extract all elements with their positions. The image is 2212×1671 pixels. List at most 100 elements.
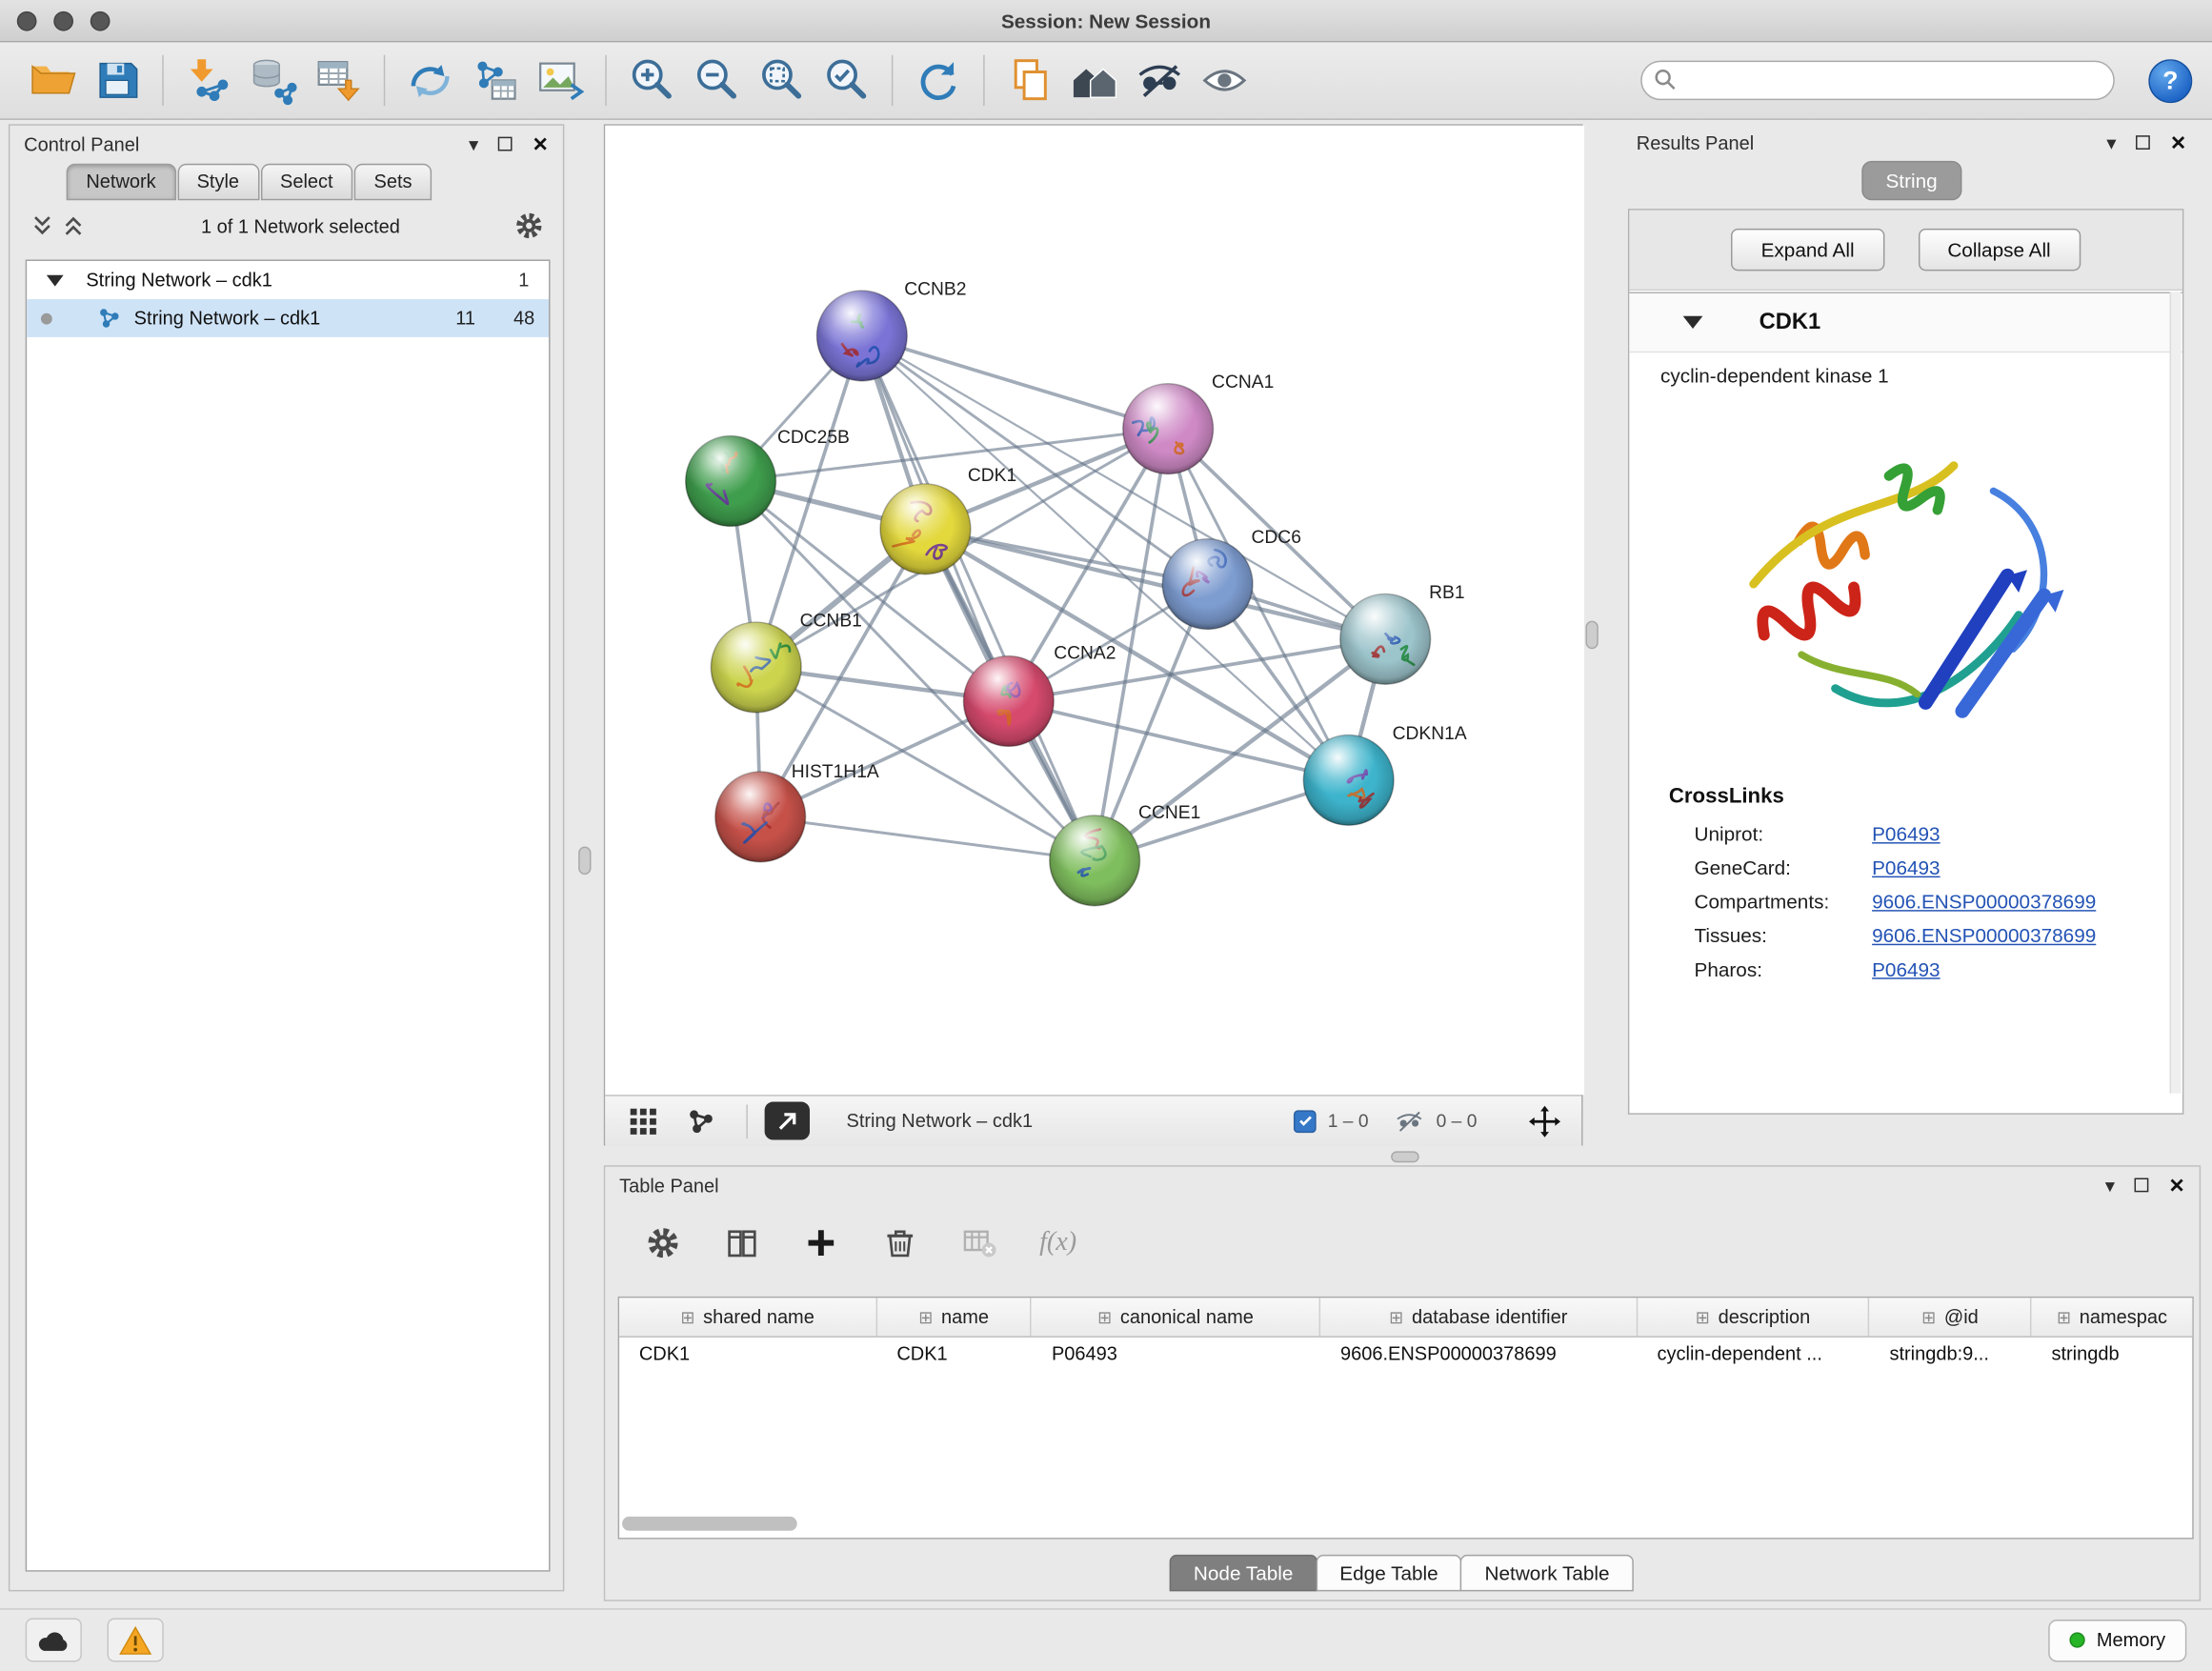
column-header-description[interactable]: description <box>1638 1298 1870 1336</box>
column-header-shared-name[interactable]: shared name <box>619 1298 877 1336</box>
panel-float-icon[interactable] <box>498 137 513 151</box>
table-options-button[interactable] <box>642 1221 684 1263</box>
help-button[interactable]: ? <box>2148 58 2192 102</box>
panel-menu-icon[interactable] <box>2106 131 2116 154</box>
column-header-name[interactable]: name <box>877 1298 1033 1336</box>
crosslink-genecard-link[interactable]: P06493 <box>1872 856 1940 879</box>
panel-float-icon[interactable] <box>2136 135 2150 150</box>
crosslink-pharos-link[interactable]: P06493 <box>1872 958 1940 981</box>
network-node-rb1[interactable] <box>1340 594 1431 684</box>
create-column-button[interactable] <box>800 1221 842 1263</box>
cloud-status-button[interactable] <box>26 1619 82 1662</box>
tab-style[interactable]: Style <box>177 164 259 201</box>
network-node-ccna2[interactable] <box>963 656 1054 747</box>
network-node-hist1h1a[interactable] <box>715 772 806 862</box>
import-table-button[interactable] <box>306 48 371 112</box>
panel-menu-icon[interactable] <box>469 131 478 155</box>
expand-all-button[interactable]: Expand All <box>1732 229 1884 271</box>
tab-node-table[interactable]: Node Table <box>1170 1555 1317 1592</box>
network-node-ccnb1[interactable] <box>711 622 801 713</box>
expand-all-networks-button[interactable] <box>58 211 90 240</box>
minimize-window-button[interactable] <box>53 11 73 31</box>
panel-menu-icon[interactable] <box>2105 1173 2115 1197</box>
panel-close-icon[interactable]: ✕ <box>2170 131 2186 154</box>
new-network-button[interactable] <box>398 48 463 112</box>
tab-network[interactable]: Network <box>67 164 176 201</box>
warnings-button[interactable] <box>108 1619 164 1662</box>
network-graph[interactable]: CCNB2CCNA1CDC25BCDK1CDC6RB1CCNB1CCNA2CDK… <box>605 126 1584 1095</box>
crosslink-compartments-link[interactable]: 9606.ENSP00000378699 <box>1872 890 2096 913</box>
column-header-canonical-name[interactable]: canonical name <box>1032 1298 1320 1336</box>
clone-network-button[interactable] <box>997 48 1062 112</box>
cell-canonical-name[interactable]: P06493 <box>1032 1338 1320 1375</box>
close-window-button[interactable] <box>17 11 37 31</box>
search-input[interactable] <box>1640 61 2115 100</box>
cell-name[interactable]: CDK1 <box>877 1338 1033 1375</box>
zoom-selected-button[interactable] <box>814 48 878 112</box>
tab-sets[interactable]: Sets <box>354 164 432 201</box>
collapse-caret-icon[interactable] <box>1683 316 1703 329</box>
selected-indicator-checkbox[interactable] <box>1294 1110 1317 1133</box>
network-edge[interactable] <box>862 335 1095 860</box>
crosslink-tissues-link[interactable]: 9606.ENSP00000378699 <box>1872 924 2096 947</box>
results-scrollbar[interactable] <box>2170 292 2182 1094</box>
network-collection-row[interactable]: String Network – cdk1 1 <box>27 261 549 299</box>
network-node-ccne1[interactable] <box>1050 815 1140 906</box>
hide-selected-button[interactable] <box>1127 48 1192 112</box>
collapse-all-networks-button[interactable] <box>27 211 58 240</box>
network-edge[interactable] <box>760 816 1095 860</box>
import-network-database-button[interactable] <box>241 48 306 112</box>
network-from-table-button[interactable] <box>463 48 528 112</box>
column-header-id[interactable]: @id <box>1870 1298 2032 1336</box>
network-node-cdc25b[interactable] <box>686 436 776 527</box>
network-node-cdc6[interactable] <box>1162 539 1253 630</box>
memory-button[interactable]: Memory <box>2049 1619 2187 1661</box>
bottom-splitter-handle[interactable] <box>1391 1151 1419 1162</box>
panel-close-icon[interactable]: ✕ <box>2168 1173 2184 1197</box>
network-node-ccna1[interactable] <box>1123 384 1214 474</box>
network-row-selected[interactable]: String Network – cdk1 11 48 <box>27 299 549 337</box>
cell-database-identifier[interactable]: 9606.ENSP00000378699 <box>1320 1338 1638 1375</box>
cell-shared-name[interactable]: CDK1 <box>619 1338 877 1375</box>
delete-column-button[interactable] <box>879 1221 921 1263</box>
show-all-button[interactable] <box>1192 48 1257 112</box>
protein-entry-header[interactable]: CDK1 <box>1629 293 2182 352</box>
zoom-in-button[interactable] <box>619 48 684 112</box>
network-edge[interactable] <box>1009 701 1349 780</box>
open-in-browser-button[interactable] <box>765 1102 810 1140</box>
grid-mode-button[interactable] <box>622 1099 664 1141</box>
tree-caret-icon[interactable] <box>47 274 64 286</box>
apply-layout-button[interactable] <box>906 48 971 112</box>
network-node-cdk1[interactable] <box>880 484 971 574</box>
home-networks-button[interactable] <box>1062 48 1127 112</box>
left-splitter-handle[interactable] <box>578 847 591 876</box>
tab-network-table[interactable]: Network Table <box>1460 1555 1633 1592</box>
network-canvas[interactable]: CCNB2CCNA1CDC25BCDK1CDC6RB1CCNB1CCNA2CDK… <box>605 126 1584 1095</box>
tab-edge-table[interactable]: Edge Table <box>1316 1555 1462 1592</box>
network-node-cdkn1a[interactable] <box>1303 735 1394 826</box>
pan-tool-button[interactable] <box>1525 1101 1564 1140</box>
zoom-window-button[interactable] <box>90 11 111 31</box>
tab-select[interactable]: Select <box>260 164 352 201</box>
scrollbar-thumb[interactable] <box>622 1517 797 1531</box>
panel-float-icon[interactable] <box>2135 1178 2149 1193</box>
tab-string[interactable]: String <box>1861 161 1961 200</box>
collapse-all-button[interactable]: Collapse All <box>1918 229 2081 271</box>
column-header-namespace[interactable]: namespac <box>2032 1298 2193 1336</box>
right-splitter-handle[interactable] <box>1585 621 1598 650</box>
cell-namespace[interactable]: stringdb <box>2032 1338 2193 1375</box>
import-network-file-button[interactable] <box>176 48 241 112</box>
table-horizontal-scrollbar[interactable] <box>622 1517 2189 1534</box>
save-session-button[interactable] <box>85 48 150 112</box>
network-mode-button[interactable] <box>681 1099 723 1141</box>
crosslink-uniprot-link[interactable]: P06493 <box>1872 822 1940 845</box>
cell-id[interactable]: stringdb:9... <box>1870 1338 2032 1375</box>
cell-description[interactable]: cyclin-dependent ... <box>1638 1338 1870 1375</box>
open-session-button[interactable] <box>20 48 85 112</box>
show-columns-button[interactable] <box>721 1221 763 1263</box>
panel-close-icon[interactable]: ✕ <box>533 131 549 155</box>
export-image-button[interactable] <box>528 48 593 112</box>
zoom-fit-button[interactable] <box>749 48 814 112</box>
network-edge[interactable] <box>862 335 1168 429</box>
network-options-button[interactable] <box>513 209 547 243</box>
